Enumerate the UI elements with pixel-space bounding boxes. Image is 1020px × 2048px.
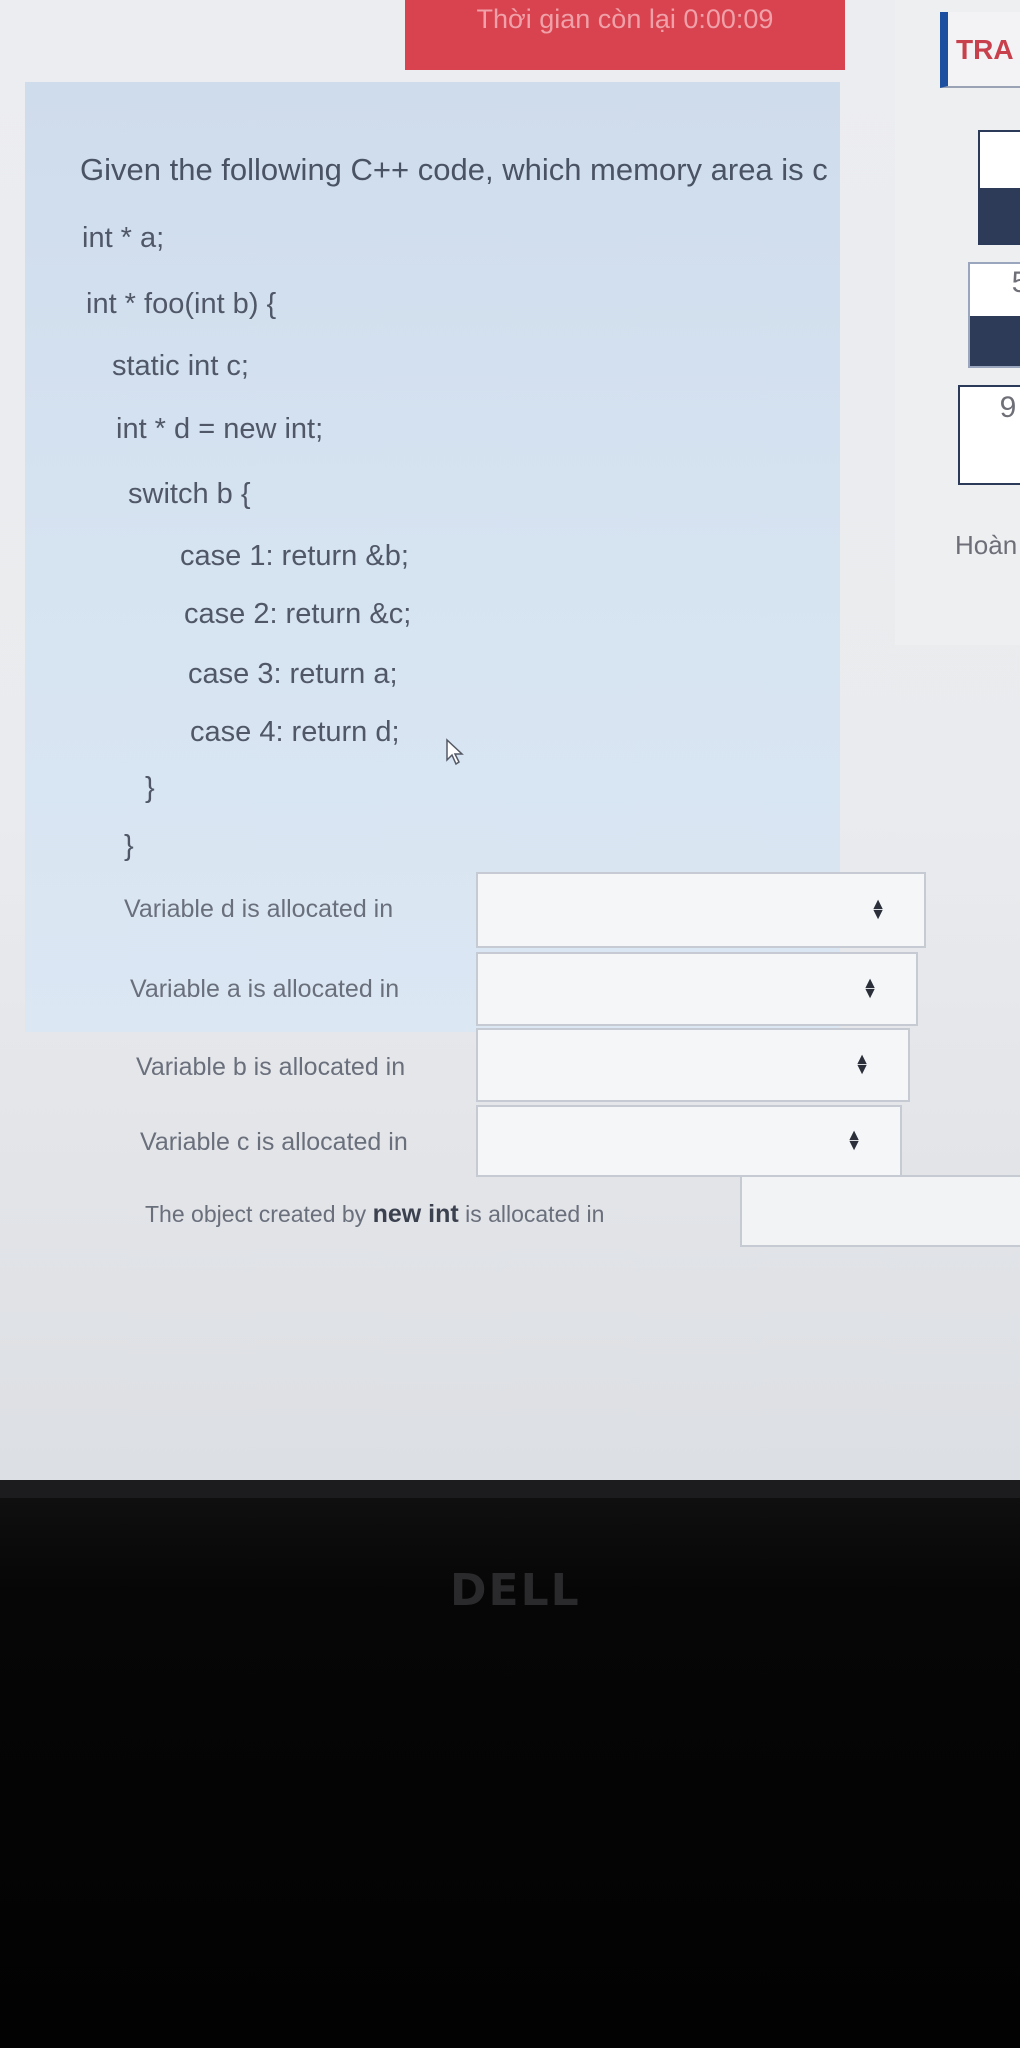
code-line: } [124,830,134,862]
question-nav-number: 5 [992,266,1020,300]
monitor-bezel-edge [0,1480,1020,1498]
answer-select-b[interactable]: ▲ ▼ [476,1028,910,1102]
question-text: Given the following C++ code, which memo… [80,152,828,187]
answer-label-a: Variable a is allocated in [130,975,400,1003]
answer-select-new-int[interactable] [740,1175,1020,1247]
mouse-cursor-icon [446,738,464,766]
finish-attempt-link[interactable]: Hoàn [955,530,1017,561]
answer-label-keyword: new int [372,1200,459,1228]
question-nav-flag [970,316,1020,366]
code-line: case 1: return &b; [180,540,409,572]
question-nav-box-9[interactable]: 9 [958,385,1020,485]
question-nav-box[interactable] [978,130,1020,245]
dell-logo: DELL [450,1565,581,1616]
answer-select-c[interactable]: ▲ ▼ [476,1105,902,1177]
answer-label-d: Variable d is allocated in [124,895,394,923]
select-arrows-icon: ▲ ▼ [846,1127,862,1154]
select-arrows-icon: ▲ ▼ [854,1051,870,1078]
answer-label-prefix: The object created by [145,1201,367,1227]
answer-select-a[interactable]: ▲ ▼ [476,952,918,1026]
answer-label-new-int: The object created by new int is allocat… [145,1200,604,1229]
answer-label-b: Variable b is allocated in [136,1053,406,1081]
answer-label-suffix: is allocated in [465,1201,605,1227]
question-nav-number: 9 [999,391,1017,424]
code-line: case 3: return a; [188,658,398,690]
screen: Thời gian còn lại 0:00:09 TRA 5 9 Hoàn G… [0,0,1020,1480]
select-arrows-icon: ▲ ▼ [870,896,886,923]
code-line: int * a; [82,222,165,254]
code-line: int * foo(int b) { [86,288,277,320]
select-arrows-icon: ▲ ▼ [862,975,878,1002]
code-line: static int c; [112,350,249,382]
quiz-nav-tab[interactable]: TRA [940,12,1020,88]
answer-label-c: Variable c is allocated in [140,1128,408,1156]
code-line: switch b { [128,478,251,510]
code-line: case 2: return &c; [184,598,412,630]
code-line: case 4: return d; [190,716,400,748]
code-line: int * d = new int; [116,413,324,445]
code-line: } [145,772,155,804]
question-nav-box-5[interactable]: 5 [968,262,1020,368]
countdown-timer: Thời gian còn lại 0:00:09 [405,0,845,70]
question-nav-flag [980,188,1020,243]
answer-select-d[interactable]: ▲ ▼ [476,872,926,948]
